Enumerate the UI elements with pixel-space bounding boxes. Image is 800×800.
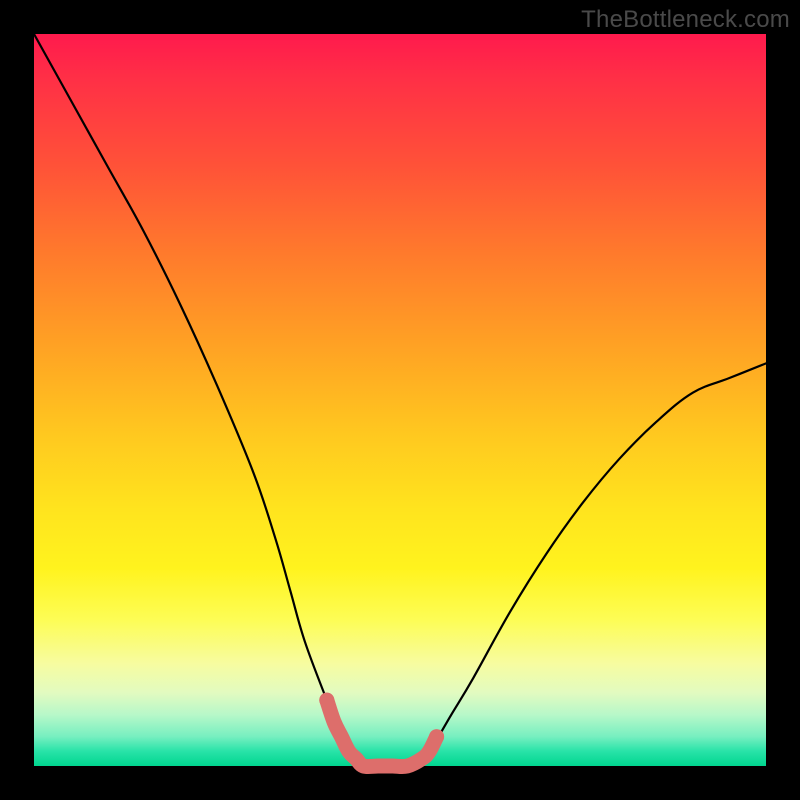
- bottleneck-curve: [34, 34, 766, 767]
- watermark-text: TheBottleneck.com: [581, 6, 790, 34]
- chart-frame: TheBottleneck.com: [0, 0, 800, 800]
- plot-area: [34, 34, 766, 766]
- valley-highlight: [327, 700, 437, 766]
- curve-layer: [34, 34, 766, 766]
- valley-start-dot: [319, 693, 334, 708]
- valley-end-dot: [429, 729, 444, 744]
